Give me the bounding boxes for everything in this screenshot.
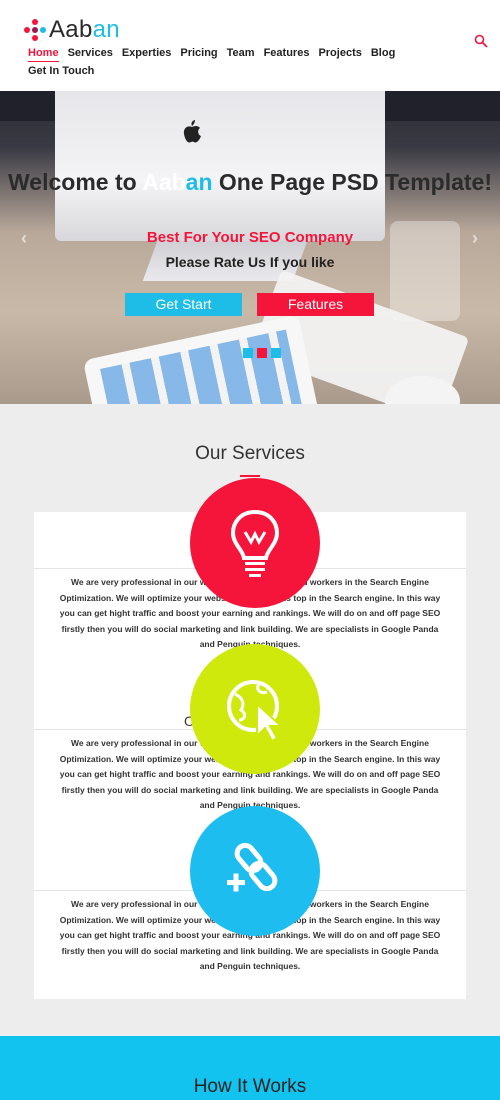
features-button[interactable]: Features — [257, 293, 374, 316]
nav-item-features[interactable]: Features — [264, 46, 310, 61]
hero-bg-tablet — [82, 314, 328, 404]
get-start-button[interactable]: Get Start — [125, 293, 242, 316]
hero-title-suffix: One Page PSD Template! — [212, 169, 492, 195]
lightbulb-icon — [230, 509, 280, 577]
link-plus-icon — [227, 842, 278, 892]
nav-item-team[interactable]: Team — [227, 46, 255, 61]
hero-title: Welcome to Aaban One Page PSD Template! — [0, 168, 500, 196]
main-nav: Home Services Experties Pricing Team Features… — [28, 44, 428, 79]
hero-tagline: Please Rate Us If you like — [165, 254, 335, 270]
nav-item-services[interactable]: Services — [68, 46, 113, 61]
hero-subtitle: Best For Your SEO Company — [146, 229, 354, 246]
slider-dot[interactable] — [243, 348, 253, 358]
slider-dot-active[interactable] — [257, 348, 267, 358]
logo-mark-icon — [24, 19, 46, 41]
logo-text-part2: an — [92, 16, 120, 43]
logo-text: Aaban — [49, 16, 120, 44]
hero-title-brand1: Aab — [142, 169, 186, 195]
chevron-left-icon[interactable]: ‹ — [16, 228, 32, 248]
services-title: Our Services — [195, 443, 305, 464]
slider-dot[interactable] — [271, 348, 281, 358]
logo[interactable]: Aaban — [24, 16, 120, 44]
services-title-underline — [240, 475, 260, 477]
hero-title-brand2: an — [185, 169, 213, 195]
chevron-right-icon[interactable]: › — [467, 228, 483, 248]
apple-logo-icon — [183, 120, 201, 143]
logo-text-part1: Aab — [49, 16, 93, 43]
nav-item-projects[interactable]: Projects — [318, 46, 361, 61]
nav-item-blog[interactable]: Blog — [371, 46, 395, 61]
search-icon[interactable] — [474, 34, 488, 48]
hero-bg-monitor — [55, 91, 385, 241]
hero-title-prefix: Welcome to — [8, 169, 143, 195]
globe-cursor-icon — [227, 680, 284, 743]
how-it-works-section: How It Works — [0, 1036, 500, 1100]
site-header: Aaban Home Services Experties Pricing Team Fe… — [0, 0, 500, 91]
service-icon-circle — [190, 644, 320, 774]
nav-item-home[interactable]: Home — [28, 46, 59, 62]
slider-dots — [243, 348, 285, 358]
nav-item-experties[interactable]: Experties — [122, 46, 172, 61]
how-it-works-title: How It Works — [193, 1076, 307, 1097]
service-icon-circle — [190, 478, 320, 608]
service-icon-circle — [190, 806, 320, 936]
nav-item-pricing[interactable]: Pricing — [180, 46, 217, 61]
nav-item-get-in-touch[interactable]: Get In Touch — [28, 64, 94, 79]
